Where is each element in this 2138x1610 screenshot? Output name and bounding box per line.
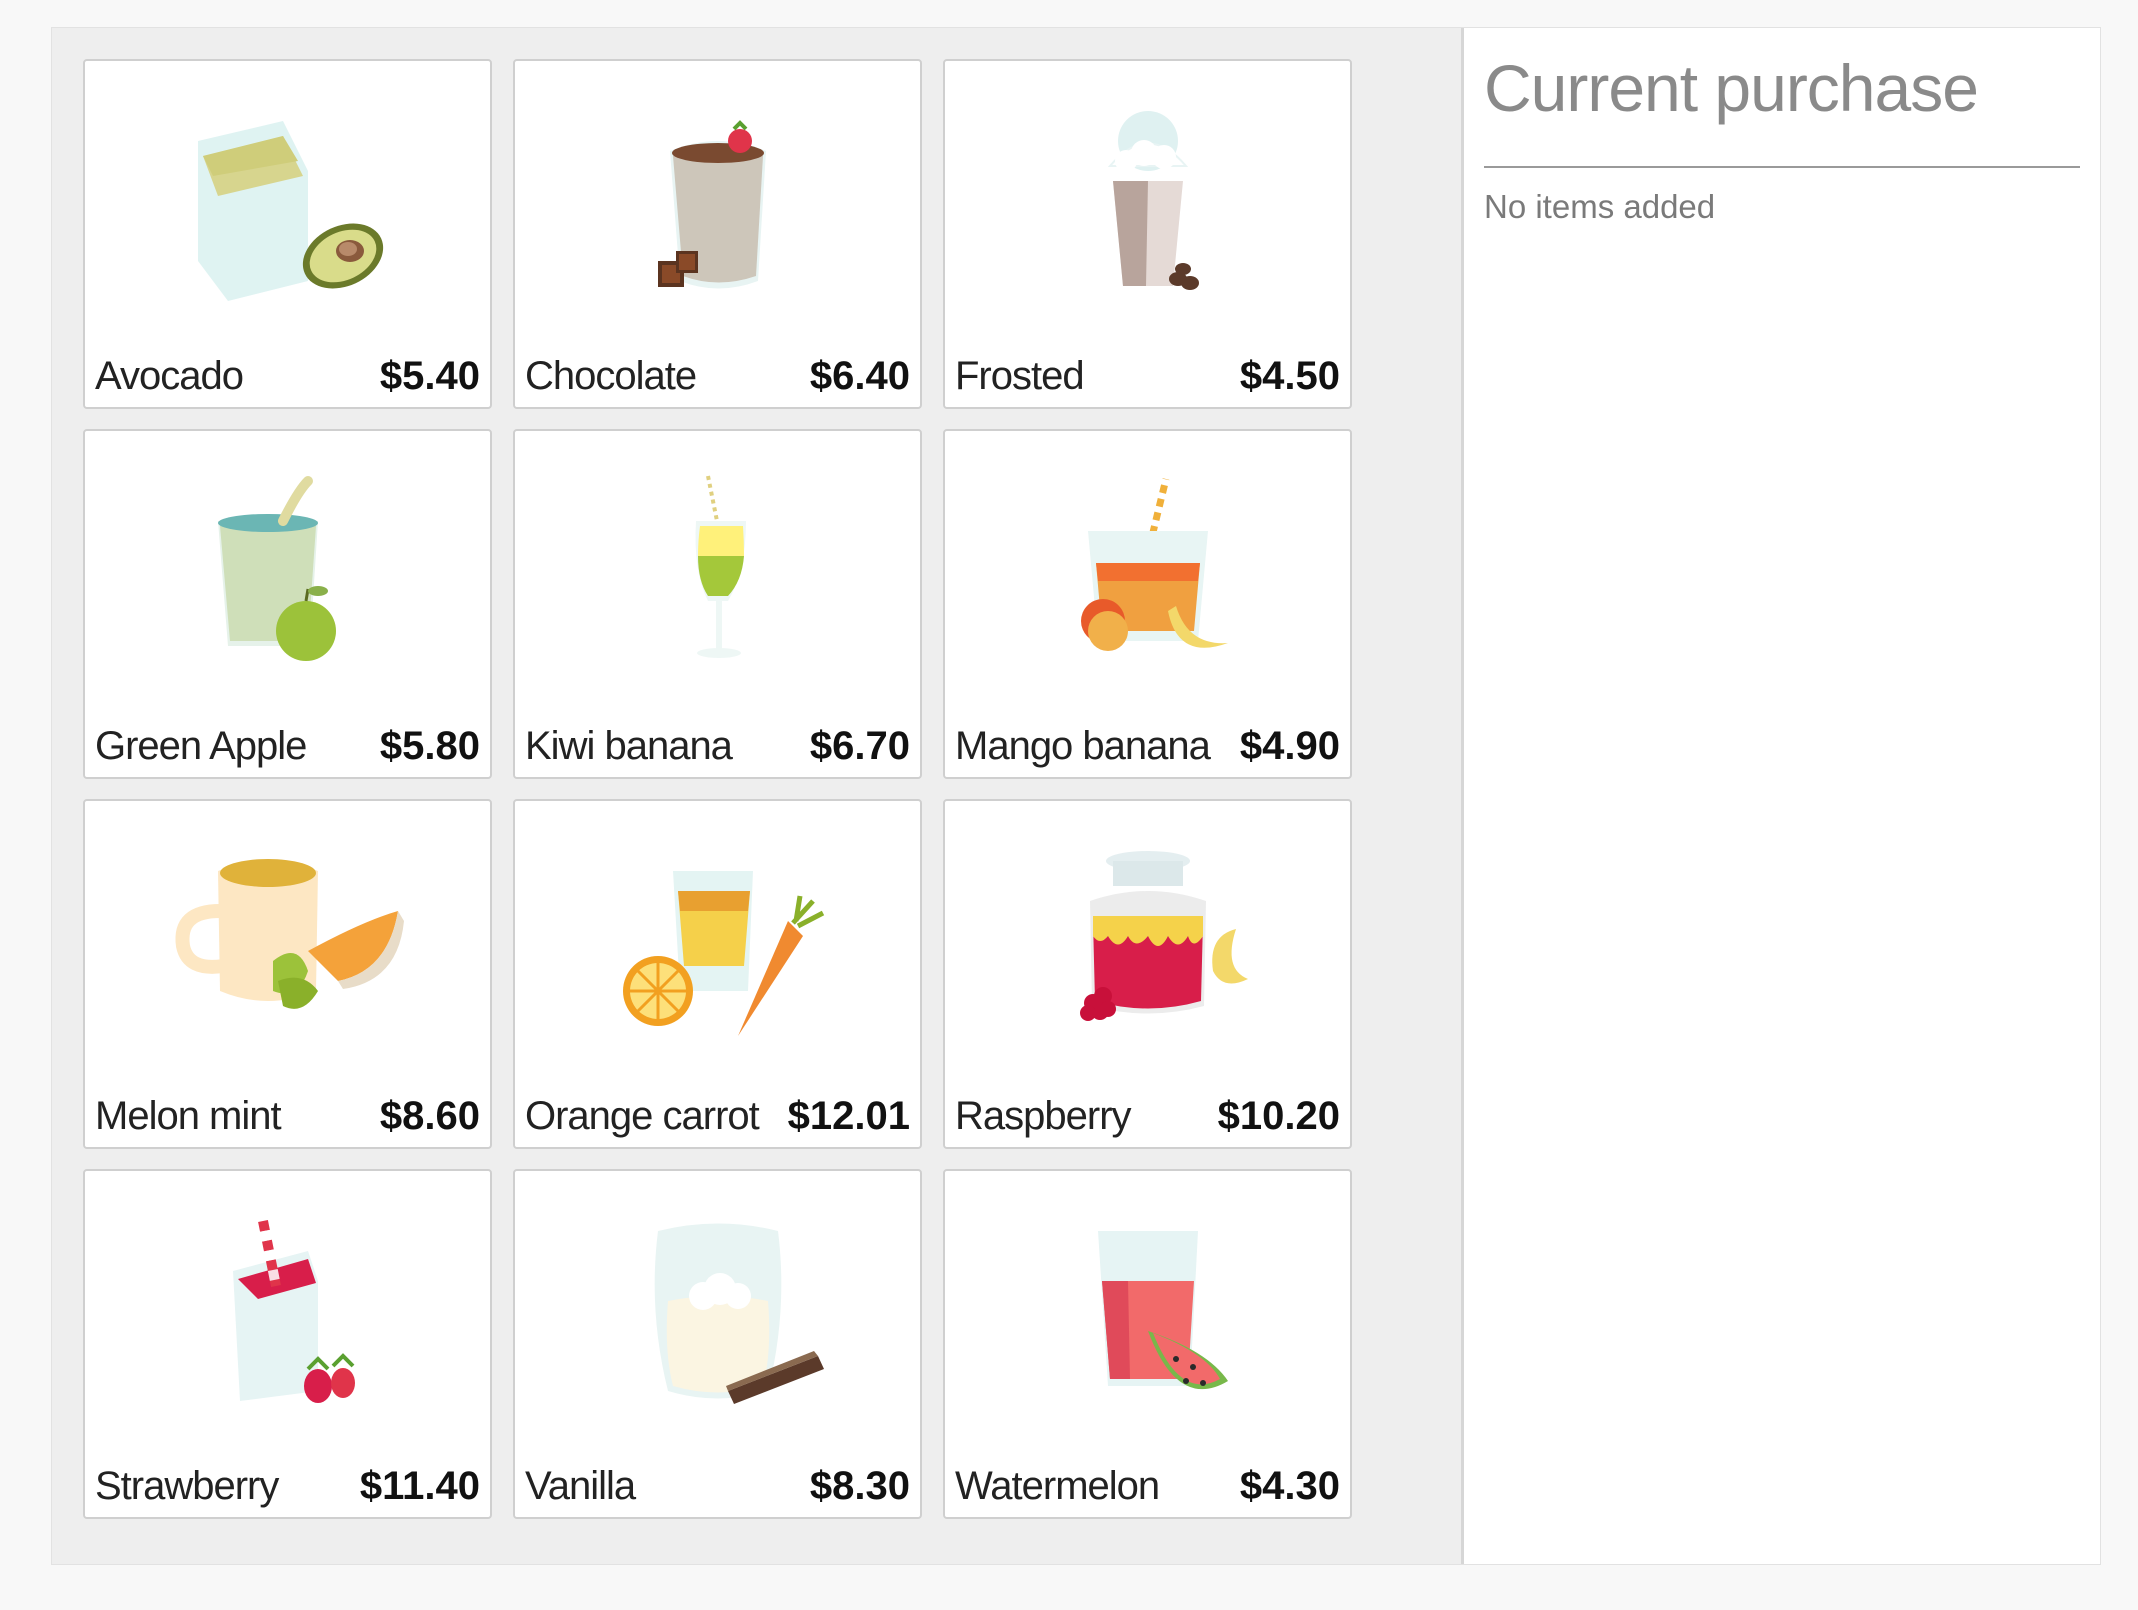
product-name: Avocado <box>95 354 244 398</box>
panel-title: Current purchase <box>1484 51 1979 125</box>
kiwi-banana-smoothie-icon <box>695 475 746 658</box>
product-tile-mango-banana[interactable]: Mango banana $4.90 <box>943 429 1352 779</box>
panel-divider <box>1484 166 2080 168</box>
product-price: $12.01 <box>787 1094 910 1138</box>
strawberry-smoothie-icon <box>232 1220 355 1403</box>
product-price: $4.50 <box>1239 354 1340 398</box>
product-price: $5.40 <box>379 354 480 398</box>
current-purchase-panel: Current purchase No items added <box>1461 28 2100 1564</box>
product-price: $8.30 <box>809 1464 910 1508</box>
avocado-smoothie-icon <box>197 121 383 301</box>
product-price: $6.40 <box>809 354 910 398</box>
watermelon-smoothie-icon <box>1097 1231 1228 1390</box>
product-price: $10.20 <box>1217 1094 1340 1138</box>
raspberry-smoothie-icon <box>1079 851 1248 1021</box>
product-name: Green Apple <box>95 724 307 768</box>
product-price: $4.90 <box>1239 724 1340 768</box>
product-tile-avocado[interactable]: Avocado $5.40 <box>83 59 492 409</box>
product-name: Melon mint <box>95 1094 282 1138</box>
product-tile-kiwi-banana[interactable]: Kiwi banana $6.70 <box>513 429 922 779</box>
product-tile-raspberry[interactable]: Raspberry $10.20 <box>943 799 1352 1149</box>
product-tile-watermelon[interactable]: Watermelon $4.30 <box>943 1169 1352 1519</box>
product-tile-green-apple[interactable]: Green Apple $5.80 <box>83 429 492 779</box>
product-name: Mango banana <box>955 724 1211 768</box>
product-grid-area: Avocado $5.40 Chocolate $6.40 Frosted $4… <box>52 28 1460 1564</box>
product-name: Chocolate <box>525 354 697 398</box>
product-price: $5.80 <box>379 724 480 768</box>
frosted-smoothie-icon <box>1107 111 1199 290</box>
smoothie-pos-app: Avocado $5.40 Chocolate $6.40 Frosted $4… <box>51 27 2101 1565</box>
product-name: Orange carrot <box>525 1094 760 1138</box>
chocolate-smoothie-icon <box>657 120 766 289</box>
product-tile-strawberry[interactable]: Strawberry $11.40 <box>83 1169 492 1519</box>
product-price: $8.60 <box>379 1094 480 1138</box>
product-name: Watermelon <box>955 1464 1160 1508</box>
vanilla-smoothie-icon <box>654 1223 824 1404</box>
product-price: $11.40 <box>359 1464 480 1508</box>
product-price: $6.70 <box>809 724 910 768</box>
product-tile-orange-carrot[interactable]: Orange carrot $12.01 <box>513 799 922 1149</box>
product-tile-melon-mint[interactable]: Melon mint $8.60 <box>83 799 492 1149</box>
product-tile-chocolate[interactable]: Chocolate $6.40 <box>513 59 922 409</box>
product-tile-vanilla[interactable]: Vanilla $8.30 <box>513 1169 922 1519</box>
green-apple-smoothie-icon <box>217 476 336 661</box>
product-name: Vanilla <box>525 1464 636 1508</box>
orange-carrot-smoothie-icon <box>622 871 824 1036</box>
product-price: $4.30 <box>1239 1464 1340 1508</box>
empty-cart-message: No items added <box>1484 188 1716 225</box>
product-name: Frosted <box>955 354 1085 398</box>
product-grid: Avocado $5.40 Chocolate $6.40 Frosted $4… <box>83 59 1352 1519</box>
product-name: Raspberry <box>955 1094 1132 1138</box>
product-tile-frosted[interactable]: Frosted $4.50 <box>943 59 1352 409</box>
product-name: Kiwi banana <box>525 724 733 768</box>
melon-mint-smoothie-icon <box>174 859 404 1009</box>
product-name: Strawberry <box>95 1464 279 1508</box>
mango-banana-smoothie-icon <box>1080 478 1228 651</box>
